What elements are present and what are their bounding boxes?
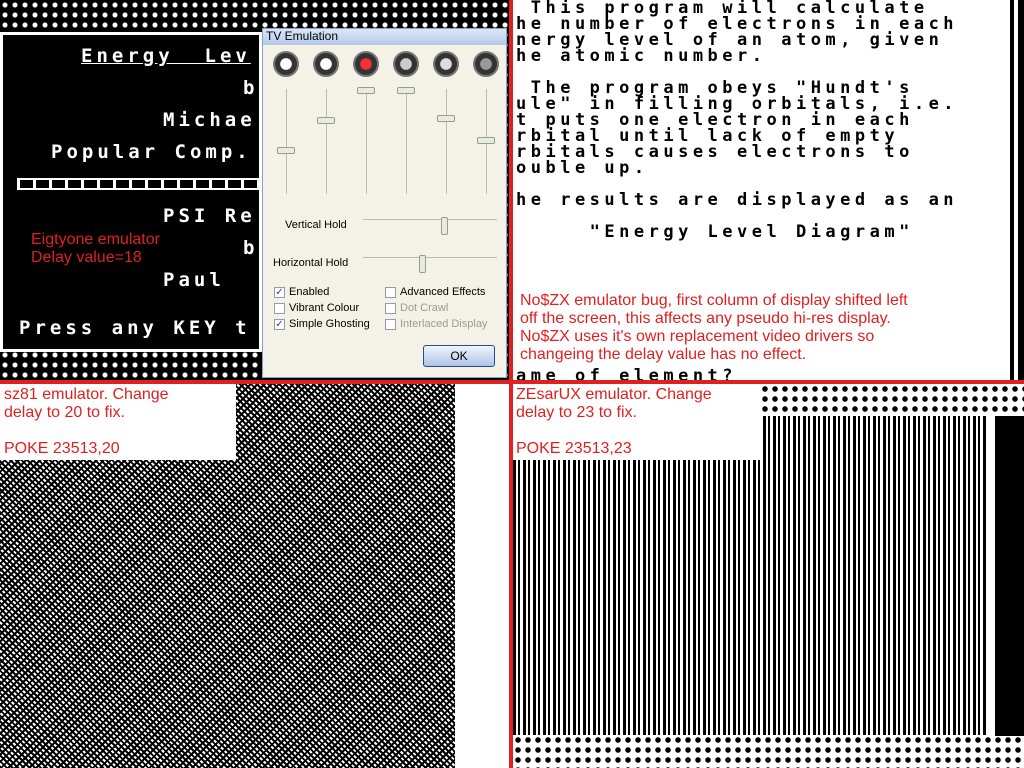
checkbox-advanced-effects[interactable]: Advanced Effects (385, 286, 485, 298)
zesarux-label-box: ZEsarUX emulator. Change delay to 23 to … (513, 384, 760, 460)
horizontal-hold-slider[interactable] (419, 255, 427, 273)
checkbox-label: Dot Crawl (400, 302, 449, 314)
zesarux-border (760, 384, 1024, 416)
star-divider (17, 178, 267, 190)
annotation-line: sz81 emulator. Change (4, 386, 169, 403)
screen-line: b (243, 77, 259, 99)
checkbox-label: Advanced Effects (400, 286, 486, 298)
vertical-hold-track (363, 219, 497, 220)
checkbox-label: Vibrant Colour (289, 302, 360, 314)
screen-line: PSI Re (163, 205, 256, 227)
noszx-right-border (1007, 0, 1024, 382)
checkbox-box[interactable] (385, 286, 396, 298)
annotation-line: ZEsarUX emulator. Change (516, 386, 712, 403)
adjust-slider[interactable] (477, 137, 495, 144)
annotation-line: POKE 23513,20 (4, 440, 120, 457)
slider-track (366, 89, 367, 194)
adjust-slider[interactable] (357, 87, 375, 94)
zesarux-border-bottom (513, 735, 1024, 768)
slider-track (286, 89, 287, 194)
slider-track (406, 89, 407, 194)
checkbox-simple-ghosting[interactable]: ✓ Simple Ghosting (274, 318, 370, 330)
checkbox-label: Simple Ghosting (289, 318, 370, 330)
screen-line: Popular Comp. (51, 141, 252, 163)
checkbox-label: Interlaced Display (400, 318, 488, 330)
screen-line: Press any KEY t (19, 317, 251, 339)
noszx-screen: This program will calculate he number of … (513, 0, 993, 385)
scanlines-icon[interactable] (473, 51, 499, 77)
zesarux-right-panel (992, 416, 1024, 736)
horizontal-divider (0, 380, 1024, 384)
annotation-line: No$ZX emulator bug, first column of disp… (520, 292, 908, 309)
screen-line: b (243, 237, 259, 259)
annotation-line: changeing the delay value has no effect. (520, 346, 807, 363)
annotation-line: off the screen, this affects any pseudo … (520, 310, 891, 327)
adjust-slider[interactable] (437, 115, 455, 122)
screen-line: "Energy Level Diagram" (516, 222, 914, 242)
screen-line: Paul (163, 269, 225, 291)
checkbox-box[interactable] (385, 302, 396, 314)
screen-line: he results are displayed as an (516, 190, 959, 210)
colour-icon[interactable] (353, 51, 379, 77)
ok-button[interactable]: OK (423, 345, 495, 367)
checkbox-interlaced-display[interactable]: Interlaced Display (385, 318, 487, 330)
slider-track (326, 89, 327, 194)
checkbox-dot-crawl[interactable]: Dot Crawl (385, 302, 448, 314)
brightness-icon[interactable] (273, 51, 299, 77)
annotation-line: POKE 23513,23 (516, 440, 632, 457)
checkbox-box[interactable] (385, 318, 396, 330)
noise-icon[interactable] (393, 51, 419, 77)
screen-line: ouble up. (516, 158, 649, 178)
dialog-title: TV Emulation (263, 29, 506, 45)
adjust-slider[interactable] (397, 87, 415, 94)
slider-track (446, 89, 447, 194)
tv-emulation-dialog: TV Emulation Vertical Hold Horizontal Ho… (262, 28, 507, 378)
annotation-line: delay to 20 to fix. (4, 404, 125, 421)
annotation-line: No$ZX uses it's own replacement video dr… (520, 328, 875, 345)
sz81-label-box: sz81 emulator. Change delay to 20 to fix… (0, 384, 236, 460)
screen-line: he atomic number. (516, 46, 767, 66)
screen-line: Energy Lev (81, 45, 251, 67)
checkbox-box[interactable]: ✓ (274, 318, 285, 330)
vertical-hold-slider[interactable] (440, 217, 448, 235)
checkbox-label: Enabled (289, 286, 330, 298)
checkbox-vibrant-colour[interactable]: Vibrant Colour (274, 302, 359, 314)
checkbox-box[interactable] (274, 302, 285, 314)
horizontal-hold-label: Horizontal Hold (273, 257, 349, 269)
annotation-line: Delay value=18 (31, 249, 142, 266)
horizontal-hold-track (363, 257, 497, 258)
checkbox-box[interactable]: ✓ (274, 286, 285, 298)
annotation-line: delay to 23 to fix. (516, 404, 637, 421)
screen-line: Michae (163, 109, 256, 131)
adjust-slider[interactable] (317, 117, 335, 124)
contrast-icon[interactable] (313, 51, 339, 77)
vertical-divider (509, 0, 513, 768)
annotation-line: Eigtyone emulator (31, 231, 160, 248)
sharpness-icon[interactable] (433, 51, 459, 77)
vertical-hold-label: Vertical Hold (285, 219, 347, 231)
checkbox-enabled[interactable]: ✓ Enabled (274, 286, 329, 298)
adjust-slider[interactable] (277, 147, 295, 154)
eightyone-screen: Energy Lev b Michae Popular Comp. PSI Re… (0, 32, 267, 352)
